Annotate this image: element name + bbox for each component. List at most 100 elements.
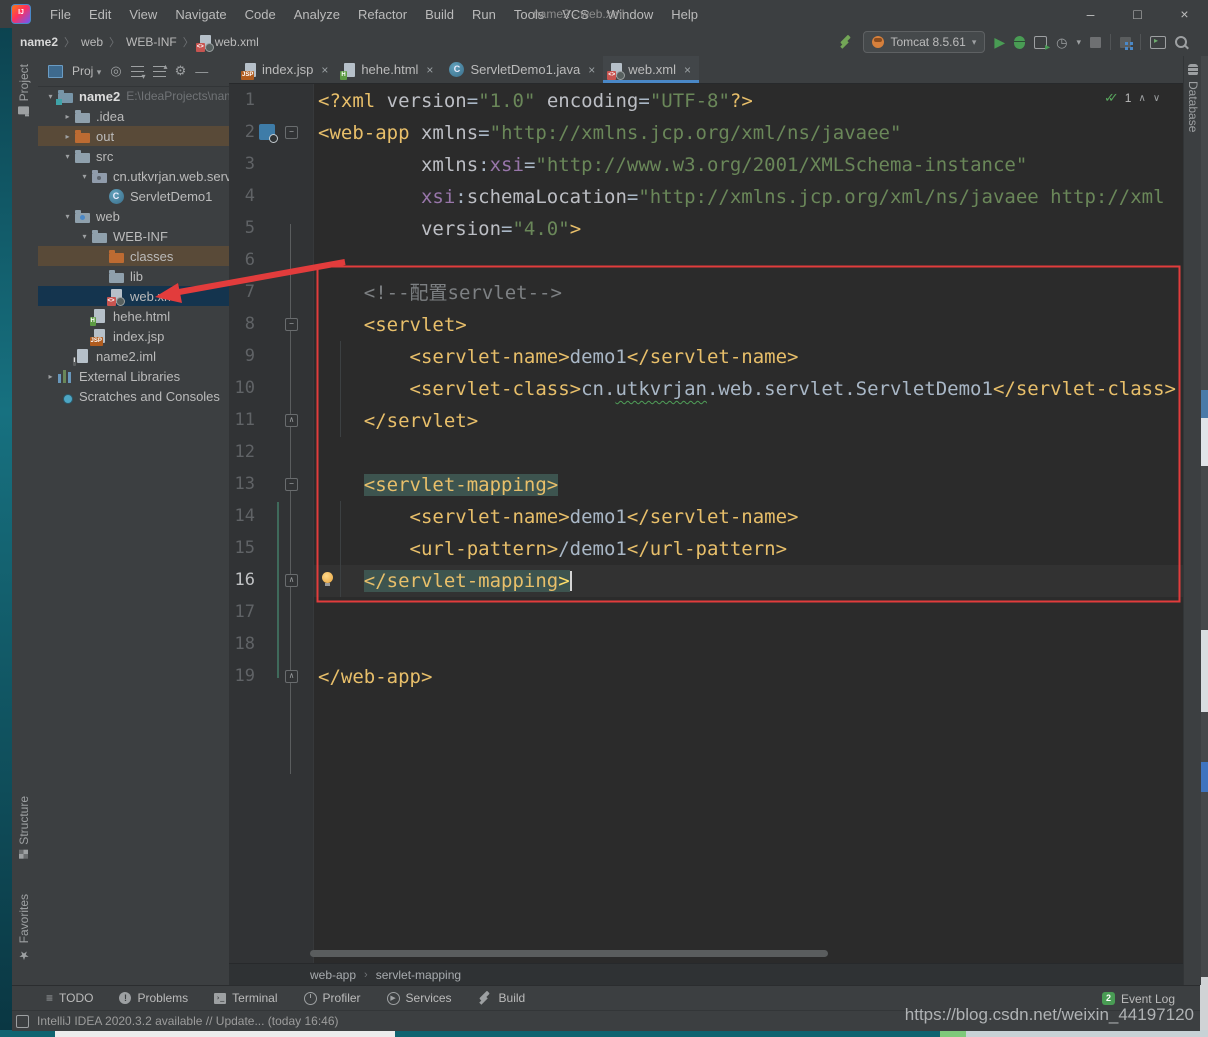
close-button[interactable]: ×: [1161, 0, 1208, 28]
tree-item-lib[interactable]: lib: [38, 266, 229, 286]
tab-close-icon[interactable]: ×: [588, 63, 595, 77]
code-editor[interactable]: <?xml version="1.0" encoding="UTF-8"?><w…: [318, 85, 1182, 745]
line-number-3: 3: [229, 148, 255, 180]
tree-item-classes[interactable]: classes: [38, 246, 229, 266]
debug-button[interactable]: [1014, 36, 1025, 49]
tree-chevron-icon[interactable]: ▾: [78, 232, 91, 241]
status-message[interactable]: IntelliJ IDEA 2020.3.2 available // Upda…: [37, 1014, 339, 1028]
fold-marker-icon[interactable]: ∧: [285, 414, 298, 427]
tree-item-icon: [74, 128, 90, 144]
run-configuration-select[interactable]: Tomcat 8.5.61 ▾: [863, 31, 985, 53]
line-number-10: 10: [229, 372, 255, 404]
tree-item-hehe.html[interactable]: Hhehe.html: [38, 306, 229, 326]
tree-item-cn.utkvrjan.web.servlet[interactable]: ▾cn.utkvrjan.web.servlet: [38, 166, 229, 186]
fold-marker-icon[interactable]: ∧: [285, 670, 298, 683]
tree-item-index.jsp[interactable]: JSPindex.jsp: [38, 326, 229, 346]
editor-tab-hehe.html[interactable]: Hhehe.html×: [336, 56, 441, 83]
status-restore-icon[interactable]: [16, 1015, 29, 1028]
menu-item-run[interactable]: Run: [463, 3, 505, 26]
tool-window-button-todo[interactable]: ≡TODO: [46, 991, 93, 1005]
inspections-widget[interactable]: ✓✓ 1 ∧ ∨: [1104, 90, 1160, 106]
editor-tab-web.xml[interactable]: <>web.xml×: [603, 56, 699, 83]
tool-window-button-problems[interactable]: !Problems: [119, 991, 188, 1005]
breadcrumb-item-web[interactable]: web: [81, 35, 103, 49]
text-caret: [570, 571, 572, 591]
breadcrumb-item-WEB-INF[interactable]: WEB-INF: [126, 35, 177, 49]
expand-all-icon[interactable]: [131, 66, 144, 77]
breadcrumb-item-web.xml[interactable]: web.xml: [215, 35, 259, 49]
tree-chevron-icon[interactable]: ▾: [61, 152, 74, 161]
collapse-all-icon[interactable]: [153, 66, 166, 77]
editor-tab-ServletDemo1.java[interactable]: CServletDemo1.java×: [441, 56, 603, 83]
chevron-down-icon: ▾: [972, 37, 977, 48]
menu-item-navigate[interactable]: Navigate: [166, 3, 235, 26]
tree-item-name2.iml[interactable]: Iname2.iml: [38, 346, 229, 366]
breadcrumb-item-name2[interactable]: name2: [20, 35, 58, 49]
tree-item-ServletDemo1[interactable]: CServletDemo1: [38, 186, 229, 206]
menu-item-refactor[interactable]: Refactor: [349, 3, 416, 26]
tool-window-button-services[interactable]: ▶Services: [387, 991, 452, 1005]
project-view-selector[interactable]: Proj ▾: [72, 64, 101, 78]
menu-item-build[interactable]: Build: [416, 3, 463, 26]
editor-breadcrumb-servlet-mapping[interactable]: servlet-mapping: [376, 968, 461, 982]
hide-panel-icon[interactable]: —: [195, 64, 208, 79]
build-hammer-icon[interactable]: [839, 35, 854, 50]
web-app-gutter-icon[interactable]: [259, 124, 275, 140]
tool-window-button-favorites[interactable]: ★ Favorites: [17, 894, 31, 962]
tree-item-src[interactable]: ▾src: [38, 146, 229, 166]
menu-item-analyze[interactable]: Analyze: [285, 3, 349, 26]
fold-marker-icon[interactable]: −: [285, 478, 298, 491]
tool-window-button-database[interactable]: Database: [1186, 64, 1200, 132]
tree-item-web[interactable]: ▾web: [38, 206, 229, 226]
tree-item-.idea[interactable]: ▸.idea: [38, 106, 229, 126]
menu-item-help[interactable]: Help: [662, 3, 707, 26]
tool-window-button-structure[interactable]: Structure: [17, 796, 31, 859]
tool-window-button-build[interactable]: Build: [478, 991, 526, 1006]
fold-marker-icon[interactable]: −: [285, 318, 298, 331]
horizontal-scrollbar[interactable]: [310, 950, 828, 957]
menu-item-file[interactable]: File: [41, 3, 80, 26]
breadcrumb-chevron-icon: 〉: [183, 34, 194, 50]
tree-chevron-icon[interactable]: ▸: [61, 112, 74, 121]
menu-item-code[interactable]: Code: [236, 3, 285, 26]
tree-item-WEB-INF[interactable]: ▾WEB-INF: [38, 226, 229, 246]
preview-icon[interactable]: [1150, 36, 1166, 49]
menu-item-edit[interactable]: Edit: [80, 3, 120, 26]
profiler-chevron-icon[interactable]: ▾: [1076, 37, 1081, 48]
fold-marker-icon[interactable]: −: [285, 126, 298, 139]
tab-close-icon[interactable]: ×: [684, 63, 691, 77]
menu-item-view[interactable]: View: [120, 3, 166, 26]
editor-breadcrumb-web-app[interactable]: web-app: [310, 968, 356, 982]
tool-window-button-profiler[interactable]: Profiler: [304, 991, 361, 1005]
java-class-icon: C: [109, 189, 124, 204]
tool-window-button-project[interactable]: Project: [17, 64, 31, 114]
run-configuration-label: Tomcat 8.5.61: [890, 35, 965, 49]
tree-chevron-icon[interactable]: ▸: [61, 132, 74, 141]
editor-tab-index.jsp[interactable]: JSPindex.jsp×: [237, 56, 336, 83]
tree-item-name2[interactable]: ▾name2E:\IdeaProjects\name2: [38, 86, 229, 106]
minimize-button[interactable]: –: [1067, 0, 1114, 28]
fold-marker-icon[interactable]: ∧: [285, 574, 298, 587]
tree-item-web.xml[interactable]: <>web.xml: [38, 286, 229, 306]
external-libraries-icon: [58, 369, 73, 383]
project-structure-icon[interactable]: [1120, 37, 1131, 48]
tab-close-icon[interactable]: ×: [426, 63, 433, 77]
run-button[interactable]: ▶: [994, 35, 1005, 49]
search-everywhere-icon[interactable]: [1175, 36, 1187, 48]
tree-item-out[interactable]: ▸out: [38, 126, 229, 146]
settings-gear-icon[interactable]: ⚙: [175, 63, 187, 79]
tree-chevron-icon[interactable]: ▾: [61, 212, 74, 221]
next-problem-icon[interactable]: ∨: [1153, 93, 1160, 104]
tree-item-Scratches and Consoles[interactable]: Scratches and Consoles: [38, 386, 229, 406]
tree-chevron-icon[interactable]: ▸: [44, 372, 57, 381]
tool-window-button-terminal[interactable]: ›_Terminal: [214, 991, 277, 1005]
profiler-button[interactable]: ◷: [1056, 36, 1067, 49]
intention-bulb-icon[interactable]: [322, 572, 333, 583]
tab-close-icon[interactable]: ×: [321, 63, 328, 77]
previous-problem-icon[interactable]: ∧: [1138, 93, 1145, 104]
run-with-coverage-button[interactable]: [1034, 36, 1047, 49]
locate-file-icon[interactable]: ◎: [110, 63, 121, 79]
tree-item-External Libraries[interactable]: ▸External Libraries: [38, 366, 229, 386]
maximize-button[interactable]: □: [1114, 0, 1161, 28]
tree-chevron-icon[interactable]: ▾: [78, 172, 91, 181]
